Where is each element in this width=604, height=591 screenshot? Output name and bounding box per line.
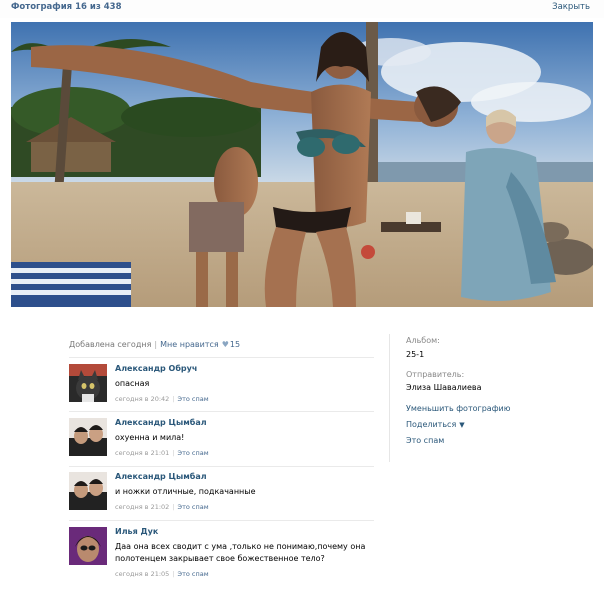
comment-text: Даа она всех сводит с ума ,только не пон… — [115, 542, 366, 563]
sender-label: Отправитель: — [406, 370, 465, 379]
report-spam-link[interactable]: Это спам — [178, 570, 209, 578]
comment-divider — [69, 357, 374, 358]
avatar[interactable] — [69, 418, 107, 456]
share-link[interactable]: Поделиться ▼ — [406, 420, 465, 429]
separator: | — [172, 503, 175, 511]
photo-counter-title: Фотография 16 из 438 — [11, 2, 122, 12]
comment-item: Александр Цымбал и ножки отличные, подка… — [69, 472, 374, 526]
comment-time[interactable]: сегодня в 21:05 — [115, 570, 169, 578]
comment-item: Александр Обруч опасная сегодня в 20:42 |… — [69, 364, 374, 418]
report-spam-link[interactable]: Это спам — [178, 395, 209, 403]
report-spam-link[interactable]: Это спам — [178, 449, 209, 457]
column-divider — [389, 334, 390, 462]
avatar[interactable] — [69, 364, 107, 402]
separator: | — [172, 449, 175, 457]
comment-time[interactable]: сегодня в 20:42 — [115, 395, 169, 403]
person-avatar-icon — [69, 418, 107, 456]
heart-icon[interactable]: ♥ — [222, 340, 229, 349]
album-value[interactable]: 25-1 — [406, 350, 424, 359]
photo-stats-line: Добавлена сегодня | Мне нравится ♥15 — [69, 340, 240, 349]
shrink-photo-link[interactable]: Уменьшить фотографию — [406, 404, 510, 413]
comment-item: Александр Цымбал охуенна и мила! сегодня… — [69, 418, 374, 472]
like-button[interactable]: Мне нравится — [160, 340, 219, 349]
comment-meta: сегодня в 21:05 | Это спам — [115, 570, 209, 578]
album-label: Альбом: — [406, 336, 440, 345]
separator: | — [154, 340, 158, 349]
comment-author[interactable]: Александр Цымбал — [115, 418, 207, 427]
comment-divider — [69, 520, 374, 521]
comment-divider — [69, 466, 374, 467]
comment-author[interactable]: Илья Дук — [115, 527, 158, 536]
person-avatar-icon — [69, 472, 107, 510]
comment-text: опасная — [115, 379, 150, 388]
comment-text: и ножки отличные, подкачанные — [115, 487, 256, 496]
comment-item: Илья Дук Даа она всех сводит с ума ,толь… — [69, 527, 374, 587]
separator: | — [172, 395, 175, 403]
comment-text: охуенна и мила! — [115, 433, 185, 442]
caret-down-icon[interactable]: ▼ — [459, 421, 464, 429]
beach-photo-illustration — [11, 22, 593, 307]
separator: | — [172, 570, 175, 578]
report-spam-photo-link[interactable]: Это спам — [406, 436, 444, 445]
viewer-header: Фотография 16 из 438 Закрыть — [0, 0, 604, 18]
share-label[interactable]: Поделиться — [406, 420, 456, 429]
like-count[interactable]: 15 — [230, 340, 240, 349]
photo-image[interactable] — [11, 22, 593, 307]
cat-avatar-icon — [69, 364, 107, 402]
comment-author[interactable]: Александр Обруч — [115, 364, 197, 373]
added-date: Добавлена сегодня — [69, 340, 152, 349]
avatar[interactable] — [69, 527, 107, 565]
sender-value[interactable]: Элиза Шавалиева — [406, 383, 482, 392]
comment-time[interactable]: сегодня в 21:02 — [115, 503, 169, 511]
person-avatar-icon — [69, 527, 107, 565]
comment-meta: сегодня в 20:42 | Это спам — [115, 395, 209, 403]
comment-meta: сегодня в 21:01 | Это спам — [115, 449, 209, 457]
comment-divider — [69, 411, 374, 412]
comment-time[interactable]: сегодня в 21:01 — [115, 449, 169, 457]
report-spam-link[interactable]: Это спам — [178, 503, 209, 511]
avatar[interactable] — [69, 472, 107, 510]
comment-author[interactable]: Александр Цымбал — [115, 472, 207, 481]
comment-meta: сегодня в 21:02 | Это спам — [115, 503, 209, 511]
close-link[interactable]: Закрыть — [552, 2, 590, 12]
